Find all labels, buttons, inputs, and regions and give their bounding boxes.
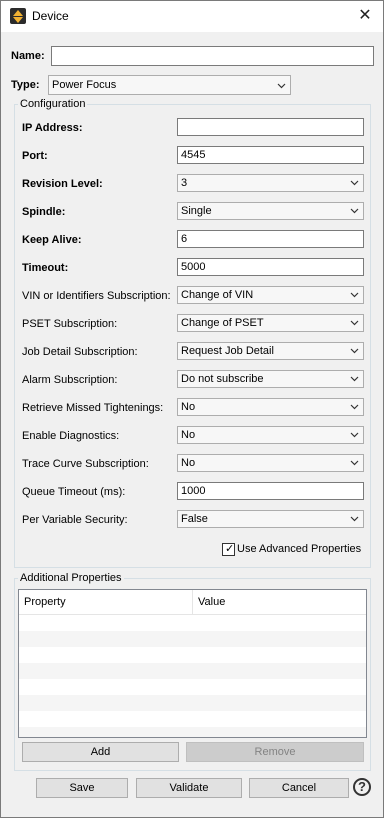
table-row	[19, 727, 366, 737]
spindle-select[interactable]: Single	[177, 202, 364, 220]
type-select-value: Power Focus	[52, 79, 117, 91]
enable-diagnostics-label: Enable Diagnostics:	[22, 430, 120, 442]
alarm-subscription-label: Alarm Subscription:	[22, 374, 118, 386]
alarm-subscription-select[interactable]: Do not subscribe	[177, 370, 364, 388]
keep-alive-label: Keep Alive:	[22, 234, 82, 246]
properties-table[interactable]: Property Value	[18, 589, 367, 738]
app-icon	[10, 8, 26, 24]
enable-diagnostics-select-value: No	[181, 429, 196, 441]
job-detail-subscription-select-value: Request Job Detail	[181, 345, 274, 357]
chevron-down-icon	[350, 404, 359, 410]
retrieve-missed-tightenings-select-value: No	[181, 401, 196, 413]
title-bar: Device ✕	[1, 1, 383, 32]
pset-subscription-select[interactable]: Change of PSET	[177, 314, 364, 332]
enable-diagnostics-select[interactable]: No	[177, 426, 364, 444]
per-variable-security-select-value: False	[181, 513, 208, 525]
job-detail-subscription-label: Job Detail Subscription:	[22, 346, 138, 358]
chevron-down-icon	[350, 376, 359, 382]
advanced-checkbox[interactable]: ✓	[222, 543, 235, 556]
vin-or-identifiers-subscription-label: VIN or Identifiers Subscription:	[22, 290, 171, 302]
chevron-down-icon	[350, 460, 359, 466]
chevron-down-icon	[277, 83, 286, 89]
table-row	[19, 711, 366, 727]
timeout-label: Timeout:	[22, 262, 69, 274]
column-divider[interactable]	[192, 590, 193, 614]
vin-or-identifiers-subscription-select-value: Change of VIN	[181, 289, 254, 301]
alarm-subscription-select-value: Do not subscribe	[181, 373, 264, 385]
additional-properties-legend: Additional Properties	[18, 572, 124, 584]
table-row	[19, 647, 366, 663]
revision-level-select-value: 3	[181, 177, 188, 189]
per-variable-security-select[interactable]: False	[177, 510, 364, 528]
table-row	[19, 695, 366, 711]
spindle-select-value: Single	[181, 205, 212, 217]
pset-subscription-label: PSET Subscription:	[22, 318, 118, 330]
keep-alive-input[interactable]: 6	[177, 230, 364, 248]
table-row	[19, 663, 366, 679]
column-header-value[interactable]: Value	[198, 596, 225, 608]
validate-button[interactable]: Validate	[136, 778, 242, 798]
configuration-legend: Configuration	[18, 98, 88, 110]
table-row	[19, 615, 366, 631]
trace-curve-subscription-label: Trace Curve Subscription:	[22, 458, 149, 470]
queue-timeout-ms-input[interactable]: 1000	[177, 482, 364, 500]
ip-address-label: IP Address:	[22, 122, 83, 134]
device-dialog: Device ✕ Name: Type: Power Focus Configu…	[0, 0, 384, 818]
ip-address-input[interactable]	[177, 118, 364, 136]
chevron-down-icon	[350, 432, 359, 438]
per-variable-security-label: Per Variable Security:	[22, 514, 128, 526]
port-label: Port:	[22, 150, 48, 162]
column-header-property[interactable]: Property	[24, 596, 66, 608]
retrieve-missed-tightenings-label: Retrieve Missed Tightenings:	[22, 402, 164, 414]
table-row	[19, 631, 366, 647]
type-select[interactable]: Power Focus	[48, 75, 291, 95]
spindle-label: Spindle:	[22, 206, 66, 218]
close-icon[interactable]: ✕	[355, 6, 375, 26]
trace-curve-subscription-select[interactable]: No	[177, 454, 364, 472]
help-icon[interactable]: ?	[353, 778, 371, 796]
trace-curve-subscription-select-value: No	[181, 457, 196, 469]
window-title: Device	[32, 9, 69, 23]
chevron-down-icon	[350, 320, 359, 326]
save-button[interactable]: Save	[36, 778, 128, 798]
chevron-down-icon	[350, 348, 359, 354]
revision-level-select[interactable]: 3	[177, 174, 364, 192]
cancel-button[interactable]: Cancel	[249, 778, 349, 798]
chevron-down-icon	[350, 208, 359, 214]
type-label: Type:	[11, 79, 40, 91]
name-input[interactable]	[51, 46, 374, 66]
chevron-down-icon	[350, 180, 359, 186]
revision-level-label: Revision Level:	[22, 178, 103, 190]
chevron-down-icon	[350, 516, 359, 522]
table-row	[19, 679, 366, 695]
port-input[interactable]: 4545	[177, 146, 364, 164]
remove-button[interactable]: Remove	[186, 742, 364, 762]
advanced-checkbox-label: Use Advanced Properties	[237, 543, 362, 555]
timeout-input[interactable]: 5000	[177, 258, 364, 276]
queue-timeout-ms-label: Queue Timeout (ms):	[22, 486, 126, 498]
add-button[interactable]: Add	[22, 742, 179, 762]
job-detail-subscription-select[interactable]: Request Job Detail	[177, 342, 364, 360]
retrieve-missed-tightenings-select[interactable]: No	[177, 398, 364, 416]
chevron-down-icon	[350, 292, 359, 298]
vin-or-identifiers-subscription-select[interactable]: Change of VIN	[177, 286, 364, 304]
check-icon: ✓	[225, 543, 235, 555]
pset-subscription-select-value: Change of PSET	[181, 317, 264, 329]
table-header: Property Value	[19, 590, 366, 615]
name-label: Name:	[11, 50, 45, 62]
